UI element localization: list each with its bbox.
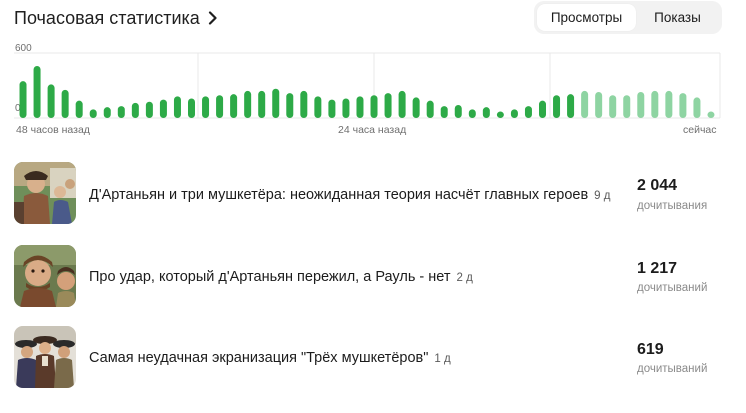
article-read-label: дочитываний bbox=[637, 282, 708, 294]
chart-bar[interactable] bbox=[216, 95, 224, 118]
chart-bar[interactable] bbox=[581, 90, 589, 118]
chart-bar[interactable] bbox=[33, 66, 41, 118]
article-read-count: 2 044 bbox=[637, 177, 678, 194]
chart-bar[interactable] bbox=[103, 107, 111, 118]
chart-bar[interactable] bbox=[637, 92, 645, 118]
chart-bar[interactable] bbox=[567, 94, 575, 118]
chart-bar[interactable] bbox=[202, 96, 210, 118]
chart-bar[interactable] bbox=[679, 93, 687, 118]
x-label-48h: 48 часов назад bbox=[16, 124, 90, 136]
x-label-24h: 24 часа назад bbox=[338, 124, 407, 136]
chart-bar[interactable] bbox=[314, 96, 322, 118]
chart-bar[interactable] bbox=[468, 109, 476, 118]
chart-bar[interactable] bbox=[510, 109, 518, 118]
chart-bar[interactable] bbox=[188, 98, 195, 119]
article-title[interactable]: Д'Артаньян и три мушкетёра: неожиданная … bbox=[89, 187, 610, 203]
chart-bar[interactable] bbox=[665, 90, 673, 118]
chart-bar[interactable] bbox=[384, 93, 392, 118]
chart-bar[interactable] bbox=[623, 95, 631, 118]
chart-bar[interactable] bbox=[300, 90, 308, 118]
list-item[interactable]: Самая неудачная экранизация "Трёх мушкет… bbox=[0, 326, 746, 392]
x-label-now: сейчас bbox=[683, 124, 717, 136]
tab-views[interactable]: Просмотры bbox=[537, 4, 636, 31]
y-axis-max-label: 600 bbox=[15, 43, 32, 54]
list-item[interactable]: Д'Артаньян и три мушкетёра: неожиданная … bbox=[0, 162, 746, 228]
chart-bar[interactable] bbox=[328, 99, 336, 118]
article-read-label: дочитывания bbox=[637, 200, 708, 212]
tab-impressions[interactable]: Показы bbox=[636, 4, 719, 31]
chart-bar[interactable] bbox=[595, 92, 603, 118]
chart-bar[interactable] bbox=[440, 106, 448, 118]
chart-bar[interactable] bbox=[609, 95, 617, 118]
chart-bar[interactable] bbox=[370, 95, 378, 118]
chart-bar[interactable] bbox=[398, 90, 406, 118]
hourly-views-chart: 600 0 bbox=[14, 43, 721, 119]
article-title-text: Самая неудачная экранизация "Трёх мушкет… bbox=[89, 350, 429, 366]
article-read-label: дочитываний bbox=[637, 363, 708, 375]
chart-bar[interactable] bbox=[75, 100, 83, 118]
chart-bar[interactable] bbox=[19, 81, 27, 118]
article-age: 2 д bbox=[456, 272, 473, 284]
chart-bar[interactable] bbox=[539, 100, 546, 118]
chart-bar[interactable] bbox=[553, 95, 561, 118]
chart-bar[interactable] bbox=[47, 84, 55, 118]
article-thumbnail[interactable] bbox=[14, 162, 76, 224]
article-title-text: Про удар, который д'Артаньян пережил, а … bbox=[89, 269, 451, 285]
chart-bar[interactable] bbox=[482, 107, 490, 118]
article-read-count: 619 bbox=[637, 341, 664, 358]
chart-bar[interactable] bbox=[496, 111, 504, 119]
article-title[interactable]: Самая неудачная экранизация "Трёх мушкет… bbox=[89, 350, 451, 366]
chart-bar[interactable] bbox=[454, 105, 462, 118]
article-title[interactable]: Про удар, который д'Артаньян пережил, а … bbox=[89, 269, 473, 285]
hourly-stats-header[interactable]: Почасовая статистика bbox=[14, 6, 218, 30]
chart-bar[interactable] bbox=[145, 101, 153, 118]
chart-bar[interactable] bbox=[173, 96, 181, 118]
article-age: 9 д bbox=[594, 190, 611, 202]
article-read-count: 1 217 bbox=[637, 260, 678, 277]
chart-bar[interactable] bbox=[426, 100, 434, 118]
chart-bar[interactable] bbox=[89, 109, 97, 118]
chart-bar[interactable] bbox=[272, 88, 280, 118]
chart-bar[interactable] bbox=[412, 97, 420, 118]
chart-bar[interactable] bbox=[356, 96, 364, 118]
chart-bar[interactable] bbox=[707, 111, 715, 119]
chart-bar[interactable] bbox=[524, 106, 532, 118]
article-age: 1 д bbox=[434, 353, 451, 365]
chart-bar[interactable] bbox=[342, 98, 350, 119]
chart-bar[interactable] bbox=[159, 99, 167, 118]
chart-bar[interactable] bbox=[131, 102, 139, 118]
list-item[interactable]: Про удар, который д'Артаньян пережил, а … bbox=[0, 245, 746, 311]
page-title: Почасовая статистика bbox=[14, 7, 200, 28]
chart-bar[interactable] bbox=[693, 97, 701, 118]
chart-bar[interactable] bbox=[258, 90, 266, 118]
metric-toggle: Просмотры Показы bbox=[534, 1, 722, 34]
article-thumbnail[interactable] bbox=[14, 245, 76, 307]
chart-bar[interactable] bbox=[117, 106, 125, 118]
chart-bar[interactable] bbox=[230, 94, 238, 118]
chart-bar[interactable] bbox=[651, 90, 659, 118]
chevron-right-icon[interactable] bbox=[208, 11, 218, 25]
chart-bars bbox=[19, 66, 715, 119]
article-thumbnail[interactable] bbox=[14, 326, 76, 388]
chart-bar[interactable] bbox=[286, 93, 294, 118]
chart-bar[interactable] bbox=[244, 90, 252, 118]
chart-bar[interactable] bbox=[61, 89, 69, 118]
article-title-text: Д'Артаньян и три мушкетёра: неожиданная … bbox=[89, 187, 589, 203]
